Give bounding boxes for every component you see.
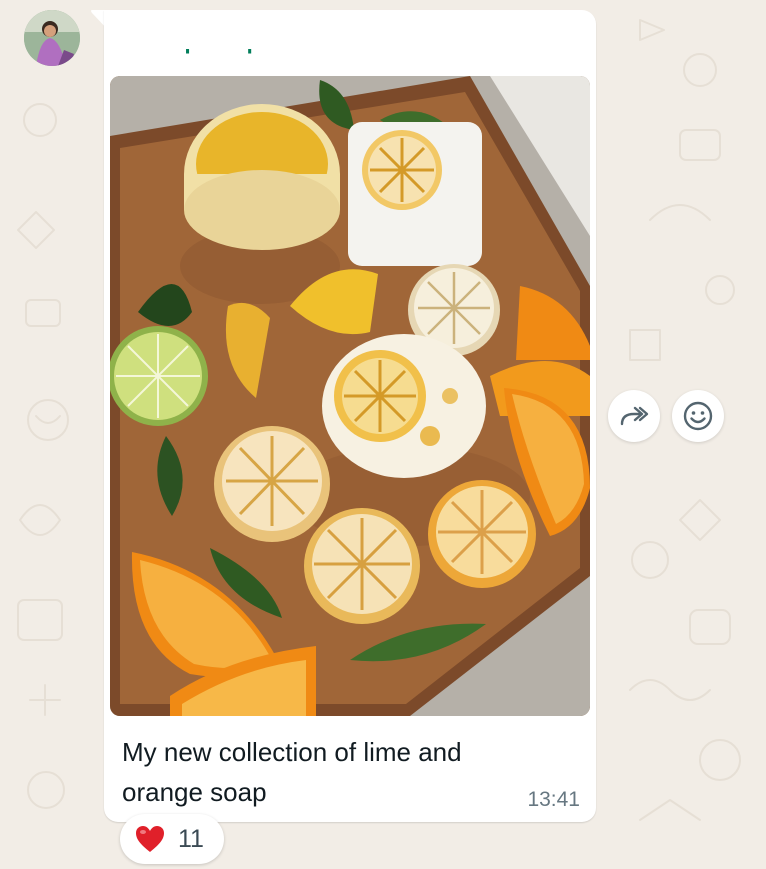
forward-icon (620, 406, 649, 426)
react-emoji-button[interactable] (672, 390, 724, 442)
message-caption: My new collection of lime and orange soa… (122, 737, 462, 807)
soap-photo-illustration (110, 76, 590, 716)
heart-icon (136, 826, 164, 852)
forward-button[interactable] (608, 390, 660, 442)
reaction-pill[interactable]: 11 (120, 814, 224, 864)
reaction-count: 11 (178, 825, 204, 853)
message-bubble[interactable]: A Soap wksp (104, 10, 596, 822)
avatar-image (24, 10, 80, 66)
redacted-name-mask (104, 26, 388, 49)
message-timestamp: 13:41 (527, 788, 580, 811)
message-photo[interactable] (110, 76, 590, 716)
emoji-smiley-icon (683, 401, 713, 431)
sender-avatar[interactable] (24, 10, 80, 66)
